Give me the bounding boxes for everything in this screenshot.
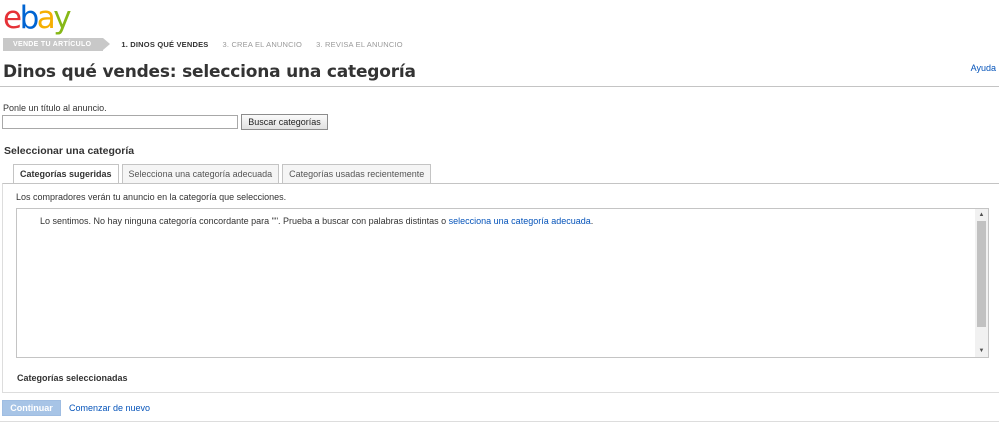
scroll-up-arrow-icon[interactable]: ▲ [975,210,988,220]
step-sell-item: VENDE TU ARTÍCULO [3,38,111,51]
browse-categories-link[interactable]: selecciona una categoría adecuada [449,216,591,226]
no-results-end: . [590,216,594,226]
title-field-label: Ponle un título al anuncio. [3,103,107,113]
step-review-listing: 3. REVISA EL ANUNCIO [316,40,403,49]
continue-button[interactable]: Continuar [2,400,61,416]
tab-suggested-categories[interactable]: Categorías sugeridas [13,164,119,184]
page-title: Dinos qué vendes: selecciona una categor… [3,62,416,82]
logo-letter-e: e [3,0,22,36]
logo-letter-b: b [19,0,40,36]
listing-title-input[interactable] [2,115,238,129]
tab-recent-categories[interactable]: Categorías usadas recientemente [282,164,432,184]
progress-steps: VENDE TU ARTÍCULO 1. DINOS QUÉ VENDES 3.… [3,38,403,51]
help-link[interactable]: Ayuda [971,63,996,73]
search-categories-button[interactable]: Buscar categorías [241,114,328,130]
no-results-message: Lo sentimos. No hay ninguna categoría co… [40,216,593,226]
results-scrollbar[interactable]: ▲ ▼ [975,209,988,357]
suggested-results-list [16,208,989,358]
footer-divider [0,421,999,422]
start-over-link[interactable]: Comenzar de nuevo [69,403,150,413]
logo-letter-a: a [36,0,56,36]
scroll-down-arrow-icon[interactable]: ▼ [975,346,988,356]
step-tell-us: 1. DINOS QUÉ VENDES [121,40,209,49]
step-create-listing: 3. CREA EL ANUNCIO [222,40,303,49]
header-divider [0,86,999,87]
category-tabs: Categorías sugeridas Selecciona una cate… [13,164,434,184]
no-results-text: Lo sentimos. No hay ninguna categoría co… [40,216,449,226]
select-category-heading: Seleccionar una categoría [4,145,135,157]
logo-letter-y: y [53,0,71,36]
selected-categories-heading: Categorías seleccionadas [17,373,128,383]
tab-browse-categories[interactable]: Selecciona una categoría adecuada [121,164,280,184]
scrollbar-thumb[interactable] [977,221,986,327]
ebay-logo[interactable]: ebay [3,0,72,36]
category-description: Los compradores verán tu anuncio en la c… [16,192,287,202]
